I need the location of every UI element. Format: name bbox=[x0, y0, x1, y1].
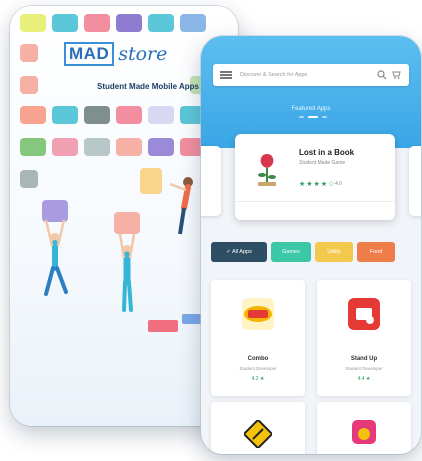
featured-app-title: Lost in a Book bbox=[299, 148, 355, 157]
app-tile bbox=[20, 106, 46, 124]
carousel-card-next[interactable] bbox=[409, 146, 421, 216]
app-tile bbox=[84, 106, 110, 124]
filter-chips: ✓ All Apps Games Utility Food bbox=[211, 242, 395, 262]
app-tile bbox=[148, 14, 174, 32]
app-tile bbox=[180, 14, 206, 32]
app-tile bbox=[52, 14, 78, 32]
app-tile bbox=[20, 76, 38, 94]
featured-app-subtitle: Student Made Game bbox=[299, 160, 346, 166]
app-tile bbox=[148, 106, 174, 124]
app-name: Combo bbox=[247, 356, 269, 362]
section-title: Featured Apps bbox=[291, 106, 331, 112]
search-icon[interactable] bbox=[377, 70, 387, 80]
combo-app-icon bbox=[242, 298, 274, 330]
held-box-icon bbox=[42, 200, 68, 222]
chip-utility[interactable]: Utility bbox=[315, 242, 353, 262]
chip-all-apps[interactable]: ✓ All Apps bbox=[211, 242, 267, 262]
app-tile bbox=[116, 14, 142, 32]
chip-games[interactable]: Games bbox=[271, 242, 311, 262]
app-developer: Student Developer bbox=[345, 366, 383, 371]
medal-app-icon bbox=[352, 420, 376, 444]
carousel-dots bbox=[299, 116, 327, 118]
rating-stars: ★★★★☆ bbox=[299, 181, 336, 188]
carousel-dot[interactable] bbox=[322, 116, 327, 118]
app-card[interactable]: Stand Up Student Developer 4.4 ★ bbox=[317, 280, 411, 396]
app-tile bbox=[52, 106, 78, 124]
app-tile bbox=[52, 138, 78, 156]
rose-app-icon bbox=[258, 154, 276, 186]
app-name: Stand Up bbox=[350, 356, 378, 362]
standup-app-icon bbox=[348, 298, 380, 330]
madstore-logo: MAD store bbox=[64, 42, 167, 66]
search-placeholder[interactable]: Discover & Search for Apps bbox=[240, 72, 377, 78]
carousel-dot-active[interactable] bbox=[308, 116, 318, 118]
logo-mad-text: MAD bbox=[64, 42, 115, 66]
app-tile bbox=[148, 138, 174, 156]
app-tile bbox=[20, 44, 38, 62]
search-bar[interactable]: Discover & Search for Apps bbox=[213, 64, 409, 86]
cart-icon[interactable] bbox=[392, 70, 402, 80]
card-footer bbox=[235, 201, 395, 221]
app-header: Discover & Search for Apps Featured Apps bbox=[201, 36, 421, 148]
featured-app-card[interactable]: Lost in a Book Student Made Game ★★★★☆ 4… bbox=[235, 134, 395, 220]
app-rating: 4.4 ★ bbox=[357, 376, 371, 382]
held-box-icon bbox=[114, 212, 140, 234]
app-tile bbox=[84, 14, 110, 32]
logo-store-text: store bbox=[118, 43, 168, 65]
app-card[interactable] bbox=[317, 402, 411, 454]
app-tile bbox=[20, 138, 46, 156]
app-tile bbox=[116, 138, 142, 156]
app-tile bbox=[116, 106, 142, 124]
app-developer: Student Developer bbox=[239, 366, 277, 371]
app-tile bbox=[84, 138, 110, 156]
sign-app-icon bbox=[244, 420, 272, 448]
carousel-card-prev[interactable] bbox=[201, 146, 221, 216]
rating-value: 4.0 bbox=[335, 181, 342, 187]
app-card[interactable] bbox=[211, 402, 305, 454]
chip-food[interactable]: Food bbox=[357, 242, 395, 262]
app-rating: 4.2 ★ bbox=[251, 376, 265, 382]
right-phone-screen: Discover & Search for Apps Featured Apps bbox=[201, 36, 421, 454]
hamburger-menu-icon[interactable] bbox=[220, 71, 232, 79]
app-card[interactable]: Combo Student Developer 4.2 ★ bbox=[211, 280, 305, 396]
app-tile bbox=[20, 14, 46, 32]
carousel-dot[interactable] bbox=[299, 116, 304, 118]
